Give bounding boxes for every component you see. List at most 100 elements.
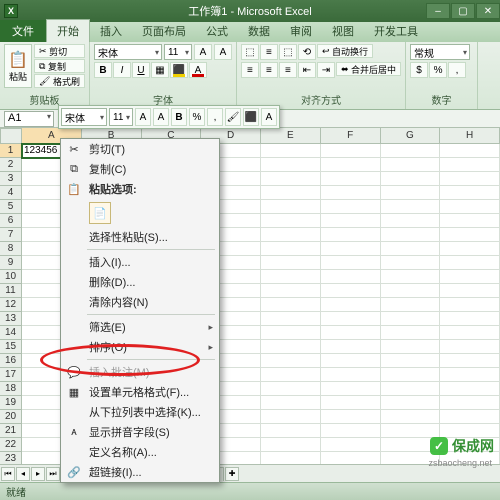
row-header[interactable]: 22: [0, 438, 22, 452]
row-header[interactable]: 21: [0, 424, 22, 438]
tab-developer[interactable]: 开发工具: [364, 20, 428, 42]
cell[interactable]: [381, 326, 441, 340]
cut-button[interactable]: ✂ 剪切: [34, 44, 85, 58]
cell[interactable]: [261, 172, 321, 186]
cell[interactable]: [440, 298, 500, 312]
align-left-icon[interactable]: ≡: [241, 62, 259, 78]
row-header[interactable]: 16: [0, 354, 22, 368]
decrease-indent-icon[interactable]: ⇤: [298, 62, 316, 78]
format-painter-button[interactable]: 🖌 格式刷: [34, 74, 85, 88]
cell[interactable]: [381, 158, 441, 172]
cell[interactable]: [321, 452, 381, 464]
cm-clear-contents[interactable]: 清除内容(N): [61, 292, 219, 312]
mini-bold-icon[interactable]: B: [171, 108, 187, 126]
align-middle-icon[interactable]: ≡: [260, 44, 278, 60]
row-header[interactable]: 17: [0, 368, 22, 382]
font-color-icon[interactable]: A: [189, 62, 207, 78]
cell[interactable]: [261, 158, 321, 172]
mini-format-painter-icon[interactable]: 🖌: [225, 108, 241, 126]
cell[interactable]: [261, 396, 321, 410]
tab-home[interactable]: 开始: [46, 19, 90, 42]
comma-format-icon[interactable]: ,: [448, 62, 466, 78]
cell[interactable]: [321, 326, 381, 340]
cell[interactable]: [261, 424, 321, 438]
cell[interactable]: [440, 396, 500, 410]
cell[interactable]: [261, 326, 321, 340]
align-top-icon[interactable]: ⬚: [241, 44, 259, 60]
wrap-text-button[interactable]: ↩ 自动换行: [317, 44, 373, 58]
cell[interactable]: [381, 410, 441, 424]
cell[interactable]: [440, 200, 500, 214]
align-center-icon[interactable]: ≡: [260, 62, 278, 78]
cm-cut[interactable]: ✂剪切(T): [61, 139, 219, 159]
column-header[interactable]: F: [321, 128, 381, 144]
cm-phonetic-field[interactable]: ᴀ显示拼音字段(S): [61, 422, 219, 442]
cell[interactable]: [440, 270, 500, 284]
cell[interactable]: [321, 214, 381, 228]
cell[interactable]: [321, 298, 381, 312]
copy-button[interactable]: ⧉ 复制: [34, 59, 85, 73]
cell[interactable]: [261, 312, 321, 326]
cell[interactable]: [321, 172, 381, 186]
cm-define-name[interactable]: 定义名称(A)...: [61, 442, 219, 462]
cell[interactable]: [261, 228, 321, 242]
row-header[interactable]: 13: [0, 312, 22, 326]
border-icon[interactable]: ▦: [151, 62, 169, 78]
cell[interactable]: [381, 396, 441, 410]
row-header[interactable]: 15: [0, 340, 22, 354]
cell[interactable]: [321, 410, 381, 424]
new-sheet-icon[interactable]: ✚: [225, 467, 239, 481]
cm-insert[interactable]: 插入(I)...: [61, 252, 219, 272]
cell[interactable]: [321, 382, 381, 396]
row-header[interactable]: 12: [0, 298, 22, 312]
close-button[interactable]: ✕: [476, 3, 500, 19]
row-header[interactable]: 5: [0, 200, 22, 214]
cell[interactable]: [440, 312, 500, 326]
cell[interactable]: [440, 354, 500, 368]
number-format-select[interactable]: 常规: [410, 44, 470, 60]
row-header[interactable]: 2: [0, 158, 22, 172]
cell[interactable]: [381, 200, 441, 214]
column-header[interactable]: E: [261, 128, 321, 144]
cell[interactable]: [440, 144, 500, 158]
cell[interactable]: [261, 354, 321, 368]
mini-increase-font-icon[interactable]: A: [135, 108, 151, 126]
cell[interactable]: [261, 368, 321, 382]
cell[interactable]: [321, 438, 381, 452]
accounting-format-icon[interactable]: $: [410, 62, 428, 78]
cell[interactable]: [261, 340, 321, 354]
cell[interactable]: [321, 312, 381, 326]
row-header[interactable]: 3: [0, 172, 22, 186]
cell[interactable]: [321, 270, 381, 284]
sheet-nav-last-icon[interactable]: ⏭: [46, 467, 60, 481]
cell[interactable]: [440, 186, 500, 200]
italic-icon[interactable]: I: [113, 62, 131, 78]
row-header[interactable]: 18: [0, 382, 22, 396]
cell[interactable]: [261, 410, 321, 424]
mini-comma-icon[interactable]: ,: [207, 108, 223, 126]
cell[interactable]: [381, 284, 441, 298]
cell[interactable]: [381, 214, 441, 228]
cell[interactable]: [321, 340, 381, 354]
cell[interactable]: [381, 354, 441, 368]
cell[interactable]: [261, 270, 321, 284]
cell[interactable]: [381, 256, 441, 270]
row-header[interactable]: 11: [0, 284, 22, 298]
cell[interactable]: [440, 326, 500, 340]
increase-font-icon[interactable]: A: [194, 44, 212, 60]
cm-paste-special[interactable]: 选择性粘贴(S)...: [61, 227, 219, 247]
cm-sort[interactable]: 排序(O)▸: [61, 337, 219, 357]
cell[interactable]: [261, 242, 321, 256]
row-header[interactable]: 23: [0, 452, 22, 464]
column-header[interactable]: G: [381, 128, 441, 144]
row-headers[interactable]: 123456789101112131415161718192021222324: [0, 144, 22, 464]
tab-view[interactable]: 视图: [322, 20, 364, 42]
column-header[interactable]: H: [440, 128, 500, 144]
cell[interactable]: [261, 284, 321, 298]
fill-color-icon[interactable]: ⬛: [170, 62, 188, 78]
paste-button[interactable]: 📋 粘贴: [4, 44, 32, 88]
cell[interactable]: [261, 186, 321, 200]
row-header[interactable]: 7: [0, 228, 22, 242]
row-header[interactable]: 6: [0, 214, 22, 228]
row-header[interactable]: 10: [0, 270, 22, 284]
